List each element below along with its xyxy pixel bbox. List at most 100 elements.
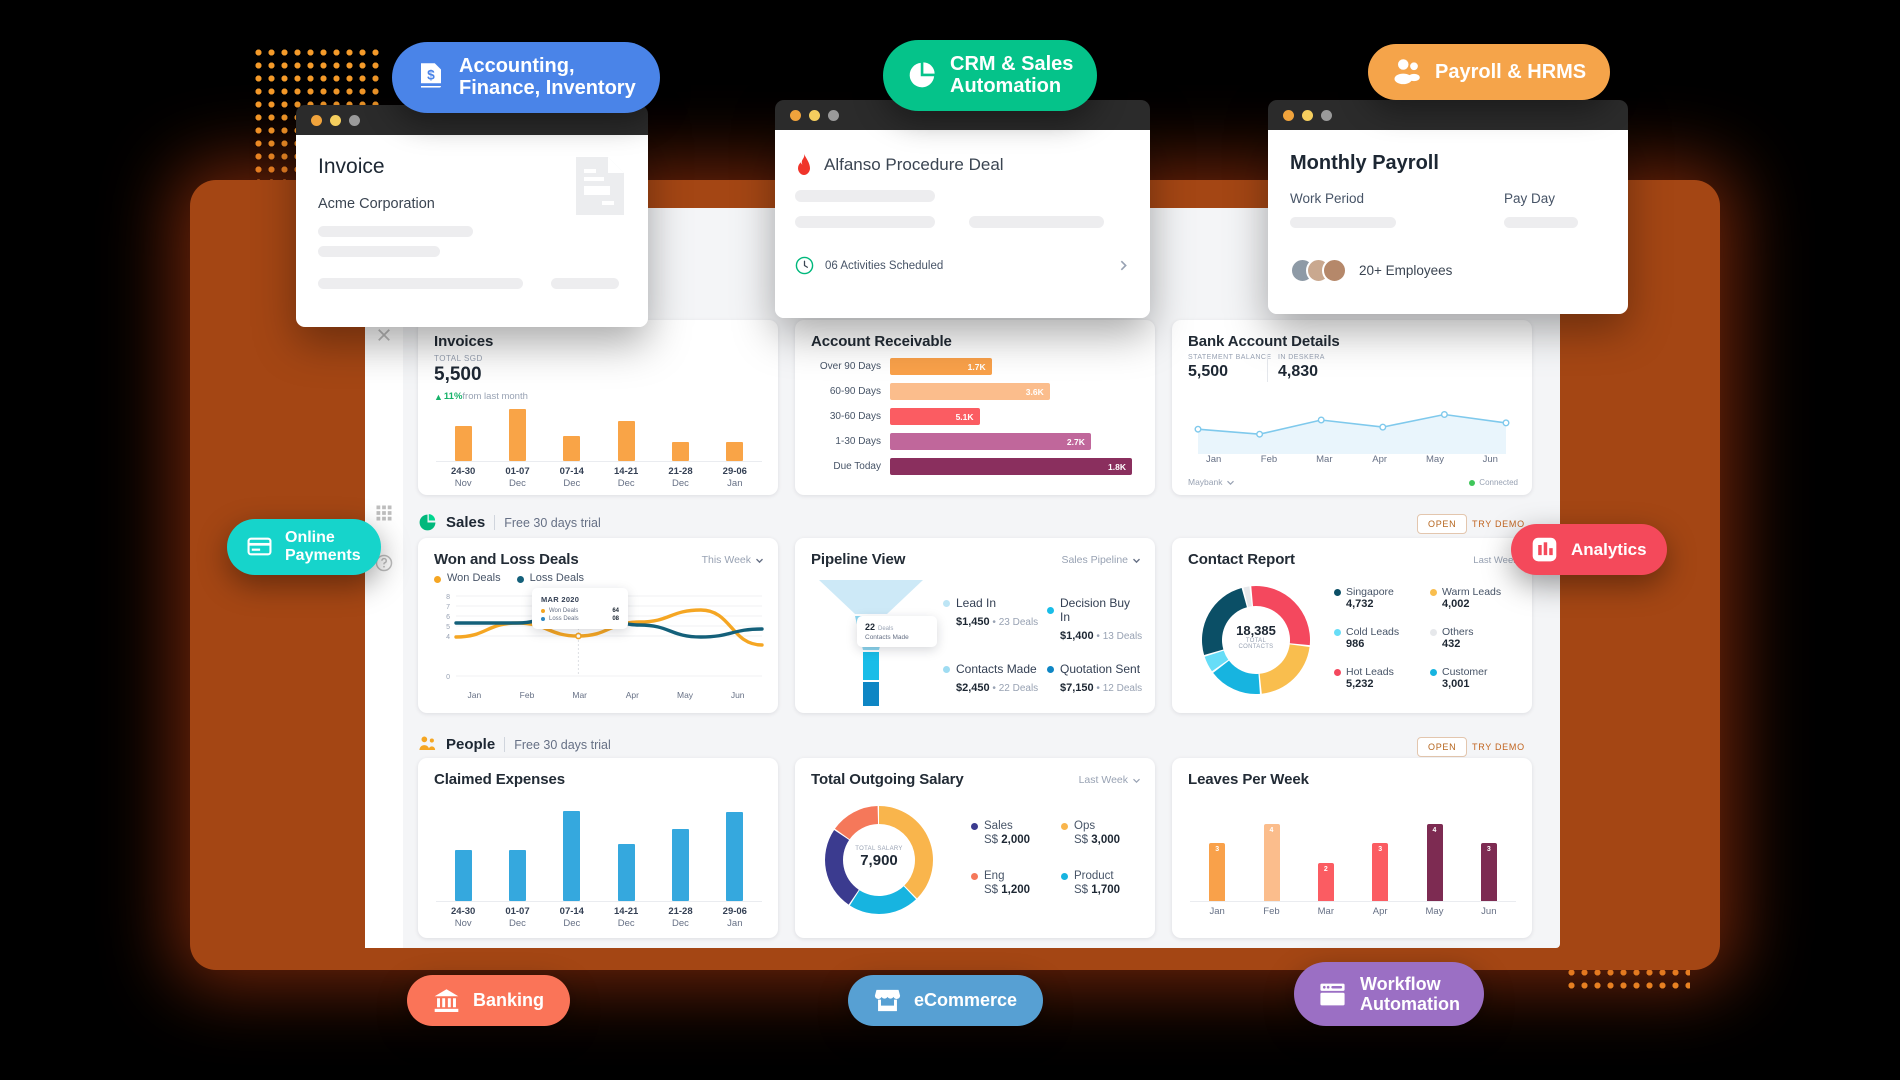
window-close-dot-icon[interactable] [1283,109,1294,121]
close-icon[interactable] [375,326,393,344]
grid-apps-icon[interactable] [375,504,393,522]
window-body: Monthly Payroll Work Period Pay Day 20+ … [1268,130,1628,314]
badge-banking[interactable]: Banking [407,975,571,1026]
badge-accounting[interactable]: $ Accounting, Finance, Inventory [392,42,660,113]
axis-label: Feb [519,690,535,700]
legend-item: Cold Leads 986 [1334,626,1424,650]
badge-payroll[interactable]: Payroll & HRMS [1368,44,1611,100]
divider [1267,354,1268,382]
chevron-down-icon [755,556,764,565]
legend-item: Others 432 [1430,626,1520,650]
badge-online-payments[interactable]: Online Payments [227,519,381,575]
outgoing-salary-title: Total Outgoing Salary [811,771,964,788]
pay-day-field[interactable] [1504,217,1578,228]
window-minimize-dot-icon[interactable] [1302,109,1313,121]
ar-title: Account Receivable [811,333,952,350]
window-maximize-dot-icon[interactable] [1321,109,1332,121]
legend-value: 986 [1346,638,1365,650]
bar-value-label: 3 [1215,846,1220,854]
legend-dot-icon [971,872,978,880]
window-minimize-dot-icon[interactable] [809,109,820,121]
trend-up-icon: ▲ [434,391,443,402]
legend-value: 3,001 [1442,678,1470,690]
deal-activities-row[interactable]: 06 Activities Scheduled [795,256,1130,275]
stage-deals: 23 Deals [998,617,1039,628]
axis-label: Jan [1206,454,1222,465]
axis-label: Jun [1482,454,1498,465]
axis-label: Feb [1260,454,1278,465]
legend-dot-icon [1047,665,1054,673]
svg-text:6: 6 [446,614,450,621]
legend-label: Sales [984,820,1013,832]
sales-open-button[interactable]: OPEN [1417,514,1468,534]
ar-value: 3.6K [1025,386,1044,397]
axis-label: 14-21 Dec [614,906,639,929]
axis-label: 24-30 Nov [451,906,476,929]
legend-label: Others [1442,626,1474,638]
pipeline-stage-legend: Lead In $1,450 • 23 Deals Decision Buy In $… [943,596,1143,696]
axis-label: Jan [467,690,482,700]
salary-period-label: Last Week [1078,774,1128,786]
invoices-total-value: 5,500 [434,364,482,385]
window-maximize-dot-icon[interactable] [349,114,360,126]
legend-dot-icon [1061,822,1068,830]
chevron-right-icon[interactable] [1117,259,1130,272]
badge-crm[interactable]: CRM & Sales Automation [883,40,1098,111]
people-try-demo-button[interactable]: TRY DEMO [1472,742,1525,752]
stage-name: Lead In [956,596,997,610]
invoices-trend-pct: 11% [443,391,463,402]
badge-ecommerce[interactable]: eCommerce [848,975,1044,1026]
work-period-field[interactable] [1290,217,1504,228]
bank-selector[interactable]: Maybank [1188,477,1235,487]
work-period-label: Work Period [1290,191,1365,206]
badge-banking-label: Banking [473,990,545,1011]
window-close-dot-icon[interactable] [790,109,801,121]
axis-label: May [676,690,694,700]
table-row: Due Today 1.8K [807,458,1143,475]
badge-analytics[interactable]: Analytics [1511,524,1667,575]
window-minimize-dot-icon[interactable] [330,114,341,126]
invoices-trend-text: from last month [462,391,528,402]
card-bank-account: Bank Account Details STATEMENT BALANCE 5… [1172,320,1532,495]
legend-dot-icon [1334,588,1341,596]
salary-period-selector[interactable]: Last Week [1079,774,1141,786]
pay-day-label: Pay Day [1504,191,1556,206]
badge-payments-label: Online Payments [285,529,361,564]
legend-dot-icon [1430,628,1437,636]
bar: 4 [1263,824,1280,901]
pipeline-stage: Quotation Sent $7,150 • 12 Deals [1047,662,1143,696]
bar [726,811,744,901]
won-loss-period-selector[interactable]: This Week [702,554,764,566]
avatar [1322,258,1347,283]
window-maximize-dot-icon[interactable] [828,109,839,121]
sales-try-demo-button[interactable]: TRY DEMO [1472,519,1525,529]
bar [617,420,635,461]
window-body: Alfanso Procedure Deal 06 Activities Sch… [775,130,1150,318]
pipeline-tooltip-count: 22 [865,622,876,632]
people-open-button[interactable]: OPEN [1417,737,1468,757]
pie-chart-icon [418,513,437,532]
won-loss-month-labels: Jan Feb Mar Apr May Jun [448,690,764,700]
pipeline-period-selector[interactable]: Sales Pipeline [1061,554,1141,566]
axis-label: Mar [572,690,587,700]
legend-value: S$ 1,200 [984,884,1031,896]
axis-label: 14-21 Dec [614,466,639,489]
legend-dot-icon [1334,668,1341,676]
ar-bar: 5.1K [890,408,980,425]
legend-item: Customer 3,001 [1430,666,1520,690]
legend-dot-icon [943,665,950,673]
ar-category: Due Today [833,461,881,472]
bank-icon [433,987,460,1014]
axis-label: 01-07 Dec [505,906,530,929]
ar-category: 30-60 Days [829,411,881,422]
badge-workflow[interactable]: Workflow Automation [1294,962,1484,1027]
tooltip-rows: Won Deals 64 Loss Deals 08 [541,608,619,622]
axis-label: 24-30 Nov [451,466,476,489]
salary-donut-center: TOTAL SALARY 7,900 [853,846,905,869]
bank-month-labels: Jan Feb Mar Apr May Jun [1186,454,1518,465]
axis-label: Jan [1209,906,1225,917]
pipeline-stage: Contacts Made $2,450 • 22 Deals [943,662,1039,696]
window-close-dot-icon[interactable] [311,114,322,126]
tooltip-label: Loss Deals [549,616,579,622]
bar-value-label: 4 [1269,827,1274,835]
